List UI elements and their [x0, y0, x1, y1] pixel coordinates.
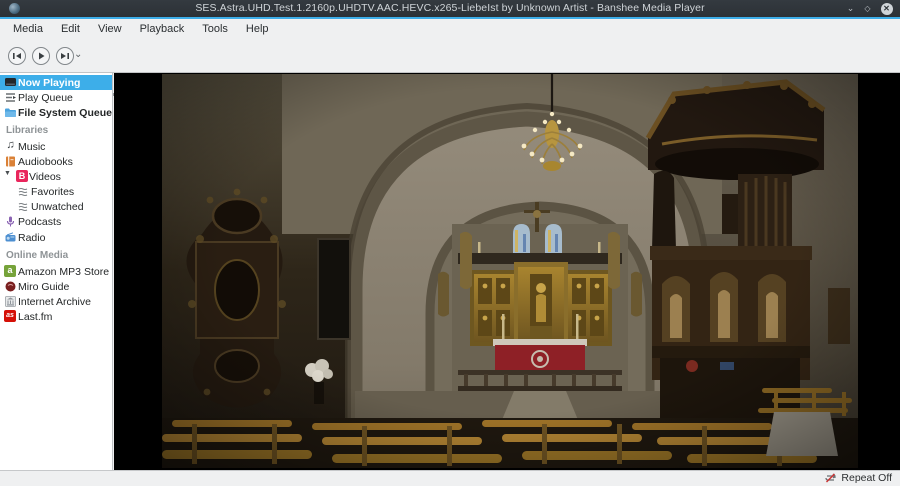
- next-button[interactable]: [56, 47, 74, 65]
- expander-icon[interactable]: ▼: [4, 170, 11, 177]
- sidebar-item-radio[interactable]: Radio: [0, 230, 112, 245]
- videos-icon: B: [16, 170, 29, 183]
- sidebar-item-miro-guide[interactable]: Miro Guide: [0, 279, 112, 294]
- main-area: Now Playing Play Queue File System Queue…: [0, 73, 900, 470]
- sidebar-item-label: Internet Archive: [18, 295, 91, 308]
- menu-view[interactable]: View: [89, 19, 131, 40]
- previous-icon: [13, 53, 21, 59]
- sidebar-item-label: Miro Guide: [18, 280, 70, 293]
- sidebar-item-unwatched[interactable]: Unwatched: [0, 199, 112, 214]
- lastfm-icon: as: [4, 310, 17, 323]
- repeat-label: Repeat Off: [841, 472, 892, 484]
- sidebar-item-label: File System Queue: [18, 106, 112, 119]
- smart-playlist-icon: [17, 185, 30, 198]
- video-content: [162, 74, 858, 468]
- section-header-libraries: Libraries: [6, 125, 49, 136]
- folder-icon: [4, 106, 17, 119]
- playback-options-chevron-icon[interactable]: ⌄: [74, 49, 82, 60]
- window-title: SES.Astra.UHD.Test.1.2160p.UHDTV.AAC.HEV…: [195, 2, 705, 14]
- close-icon: ✕: [880, 3, 893, 15]
- radio-icon: [4, 231, 17, 244]
- close-button[interactable]: ✕: [879, 1, 894, 16]
- sidebar-item-label: Last.fm: [18, 310, 53, 323]
- podcast-microphone-icon: [4, 215, 17, 228]
- sidebar-item-internet-archive[interactable]: Internet Archive: [0, 294, 112, 309]
- sidebar-item-label: Videos: [29, 170, 61, 183]
- audiobook-icon: [4, 155, 17, 168]
- sidebar-item-label: Now Playing: [18, 76, 81, 89]
- sidebar-item-audiobooks[interactable]: Audiobooks: [0, 154, 112, 169]
- sidebar-item-label: Music: [18, 140, 46, 153]
- sidebar-item-label: Audiobooks: [18, 155, 73, 168]
- sidebar-item-label: Podcasts: [18, 215, 62, 228]
- repeat-toggle[interactable]: Repeat Off: [824, 472, 892, 484]
- sidebar-item-favorites[interactable]: Favorites: [0, 184, 112, 199]
- toolbar: ⌄ 0:52 of 1:49 B SES.Astra.UHD.Test.1.21…: [0, 40, 900, 112]
- video-frame[interactable]: [162, 74, 858, 468]
- statusbar: Repeat Off: [0, 470, 900, 486]
- titlebar: SES.Astra.UHD.Test.1.2160p.UHDTV.AAC.HEV…: [0, 0, 900, 17]
- sidebar-item-videos[interactable]: ▼ B Videos: [0, 169, 112, 184]
- play-icon: [39, 52, 45, 60]
- archive-building-icon: [4, 295, 17, 308]
- sidebar-item-label: Unwatched: [31, 200, 84, 213]
- now-playing-icon: [4, 76, 17, 89]
- next-icon: [61, 53, 69, 59]
- sidebar-item-label: Radio: [18, 231, 46, 244]
- queue-count-badge: 2: [112, 107, 113, 118]
- video-letterbox: [114, 73, 900, 470]
- amazon-icon: a: [4, 265, 17, 278]
- maximize-button[interactable]: ◇: [860, 1, 875, 16]
- sidebar-item-amazon-mp3-store[interactable]: a Amazon MP3 Store: [0, 264, 112, 279]
- sidebar-item-now-playing[interactable]: Now Playing: [0, 75, 112, 90]
- sidebar-item-podcasts[interactable]: Podcasts: [0, 214, 112, 229]
- banshee-window: SES.Astra.UHD.Test.1.2160p.UHDTV.AAC.HEV…: [0, 0, 900, 486]
- smart-playlist-icon: [17, 200, 30, 213]
- sidebar-item-play-queue[interactable]: Play Queue: [0, 90, 112, 105]
- menu-media[interactable]: Media: [4, 19, 52, 40]
- menu-tools[interactable]: Tools: [193, 19, 237, 40]
- music-note-icon: ♫: [6, 139, 15, 151]
- section-header-online-media: Online Media: [6, 250, 69, 261]
- play-queue-icon: [4, 91, 17, 104]
- menu-playback[interactable]: Playback: [131, 19, 194, 40]
- sidebar-item-file-system-queue[interactable]: File System Queue 2: [0, 105, 112, 120]
- source-sidebar: Now Playing Play Queue File System Queue…: [0, 73, 113, 470]
- previous-button[interactable]: [8, 47, 26, 65]
- menubar: Media Edit View Playback Tools Help: [0, 19, 900, 40]
- repeat-off-icon: [825, 473, 837, 483]
- sidebar-item-label: Amazon MP3 Store: [18, 265, 110, 278]
- sidebar-item-label: Play Queue: [18, 91, 73, 104]
- sidebar-item-label: Favorites: [31, 185, 75, 198]
- menu-help[interactable]: Help: [237, 19, 278, 40]
- sidebar-item-lastfm[interactable]: as Last.fm: [0, 309, 112, 324]
- menu-edit[interactable]: Edit: [52, 19, 89, 40]
- minimize-button[interactable]: ⌄: [843, 1, 858, 16]
- miro-icon: [4, 280, 17, 293]
- sidebar-item-music[interactable]: ♫ Music: [0, 139, 112, 154]
- play-pause-button[interactable]: [32, 47, 50, 65]
